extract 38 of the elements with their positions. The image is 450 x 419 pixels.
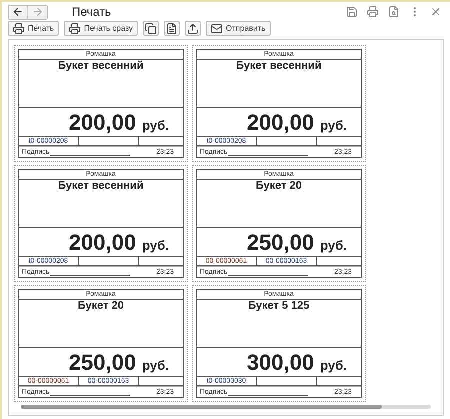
window-title: Печать bbox=[72, 4, 112, 21]
price: 200,00 bbox=[247, 112, 314, 134]
save-icon[interactable] bbox=[346, 6, 358, 18]
close-icon[interactable] bbox=[430, 6, 442, 18]
product-name: Букет 20 bbox=[256, 180, 302, 194]
product-name: Букет 20 bbox=[78, 300, 124, 314]
forward-arrow-icon bbox=[32, 6, 44, 18]
toolbar-button[interactable]: Печать bbox=[8, 21, 60, 36]
price: 200,00 bbox=[69, 232, 136, 254]
printer-icon bbox=[13, 22, 25, 34]
price: 250,00 bbox=[247, 232, 314, 254]
currency: руб. bbox=[142, 119, 169, 132]
copy-icon bbox=[145, 22, 158, 34]
upload-icon bbox=[187, 22, 200, 34]
printer-icon[interactable] bbox=[367, 6, 379, 18]
currency: руб. bbox=[320, 239, 347, 252]
currency: руб. bbox=[142, 359, 169, 372]
product-name: Букет весенний bbox=[236, 60, 322, 74]
currency: руб. bbox=[142, 239, 169, 252]
currency: руб. bbox=[320, 119, 347, 132]
preview-icon[interactable] bbox=[388, 6, 400, 18]
back-button[interactable] bbox=[9, 6, 28, 18]
document-icon bbox=[166, 22, 178, 34]
toolbar-button[interactable] bbox=[143, 21, 160, 36]
toolbar-button[interactable]: Печать сразу bbox=[64, 21, 138, 36]
price: 200,00 bbox=[69, 112, 136, 134]
product-name: Букет 5 125 bbox=[248, 300, 310, 314]
printer-icon bbox=[69, 22, 82, 34]
toolbar-button[interactable] bbox=[164, 21, 180, 36]
back-arrow-icon bbox=[12, 6, 24, 18]
product-name: Букет весенний bbox=[58, 60, 144, 74]
price: 250,00 bbox=[69, 352, 136, 374]
price: 300,00 bbox=[247, 352, 314, 374]
envelope-icon bbox=[211, 22, 224, 34]
currency: руб. bbox=[320, 359, 347, 372]
toolbar-button[interactable]: Отправить bbox=[206, 21, 271, 36]
product-name: Букет весенний bbox=[58, 180, 144, 194]
toolbar-button[interactable] bbox=[185, 21, 202, 36]
